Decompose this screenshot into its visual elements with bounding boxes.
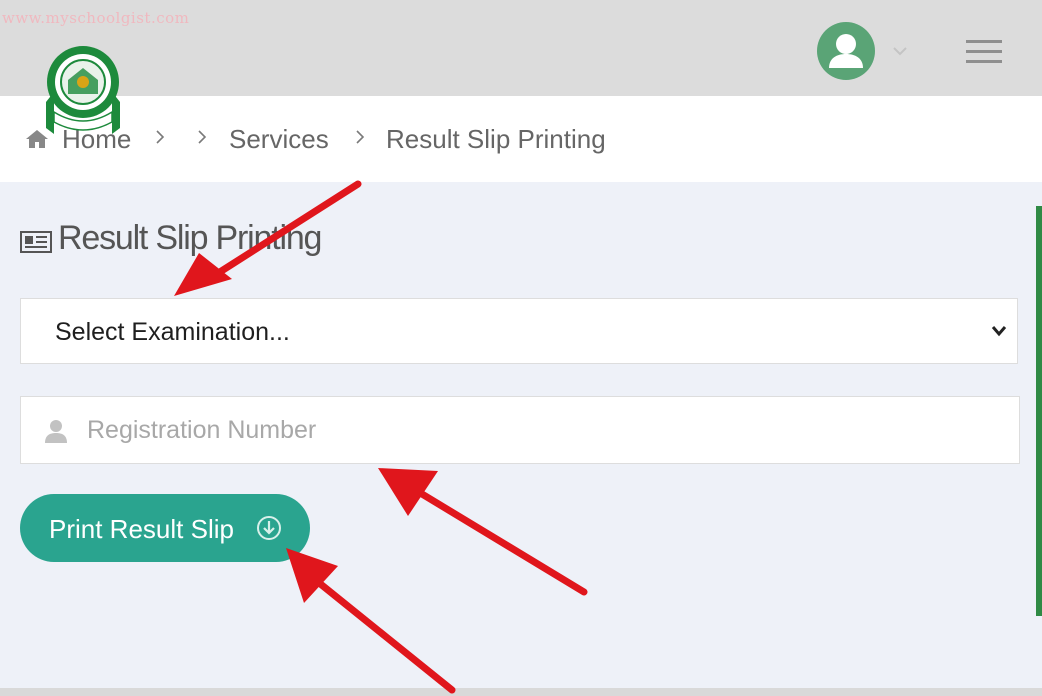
examination-select-value: Select Examination... bbox=[55, 318, 290, 346]
jamb-logo bbox=[46, 46, 120, 134]
avatar-icon bbox=[829, 34, 863, 68]
breadcrumb-current: Result Slip Printing bbox=[386, 124, 606, 154]
bottom-divider bbox=[0, 688, 1042, 696]
registration-number-input[interactable] bbox=[87, 397, 987, 463]
print-button-label: Print Result Slip bbox=[49, 514, 234, 544]
registration-number-field[interactable] bbox=[20, 396, 1020, 464]
watermark: www.myschoolgist.com bbox=[2, 9, 190, 27]
user-avatar[interactable] bbox=[817, 22, 875, 80]
print-result-slip-button[interactable]: Print Result Slip bbox=[20, 494, 310, 562]
chevron-right-icon bbox=[356, 130, 365, 144]
newspaper-icon bbox=[20, 231, 52, 253]
examination-select[interactable]: Select Examination... bbox=[20, 298, 1018, 364]
chevron-right-icon bbox=[156, 130, 165, 144]
edge-strip bbox=[1036, 206, 1042, 616]
chevron-down-icon[interactable] bbox=[892, 46, 908, 56]
user-icon bbox=[45, 420, 67, 443]
page-title: Result Slip Printing bbox=[58, 219, 322, 257]
chevron-down-icon bbox=[991, 326, 1007, 337]
download-circle-icon bbox=[257, 516, 281, 540]
chevron-right-icon bbox=[198, 130, 207, 144]
annotation-arrow bbox=[378, 468, 588, 596]
annotation-arrow bbox=[286, 548, 456, 694]
breadcrumb-services[interactable]: Services bbox=[229, 124, 329, 155]
hamburger-menu-icon[interactable] bbox=[966, 38, 1002, 66]
top-navbar: www.myschoolgist.com bbox=[0, 0, 1042, 96]
